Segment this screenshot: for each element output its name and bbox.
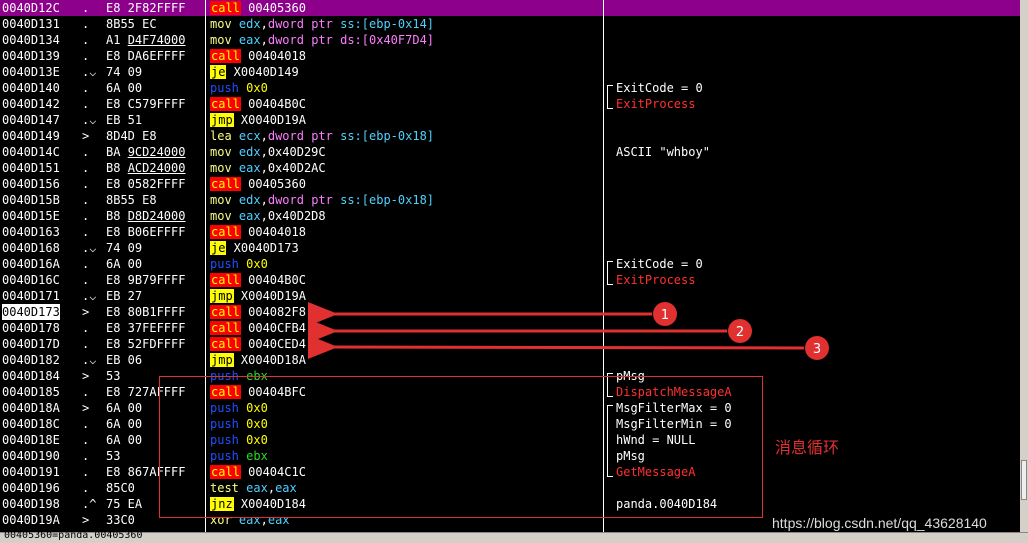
watermark-text: https://blog.csdn.net/qq_43628140: [772, 515, 987, 531]
marker-2-number: 2: [736, 325, 744, 340]
marker-1-number: 1: [661, 308, 669, 323]
status-bar: 00405360=panda.00405360: [0, 530, 1028, 543]
status-text: 00405360=panda.00405360: [4, 530, 143, 541]
marker-3-number: 3: [813, 342, 821, 357]
arrow-3: [307, 334, 805, 359]
annotation-arrows: 1 2 3: [307, 302, 829, 360]
